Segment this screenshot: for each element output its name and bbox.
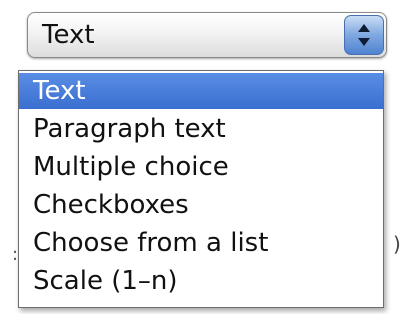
up-down-chevron-icon[interactable]: [344, 15, 384, 55]
chevron-down-icon: [358, 38, 370, 46]
question-type-dropdown-list: Text Paragraph text Multiple choice Chec…: [18, 70, 384, 308]
option-multiple-choice[interactable]: Multiple choice: [19, 149, 383, 185]
option-choose-from-a-list[interactable]: Choose from a list: [19, 225, 383, 261]
question-type-select[interactable]: Text: [27, 12, 387, 58]
option-text[interactable]: Text: [19, 73, 383, 109]
option-scale[interactable]: Scale (1–n): [19, 263, 383, 299]
select-current-value: Text: [42, 20, 95, 50]
option-paragraph-text[interactable]: Paragraph text: [19, 111, 383, 147]
option-checkboxes[interactable]: Checkboxes: [19, 187, 383, 223]
chevron-up-icon: [358, 24, 370, 32]
background-text-fragment-right: ): [393, 232, 401, 256]
form-question-type-picker: : ) Text Text Paragraph text Multiple ch…: [0, 0, 406, 314]
